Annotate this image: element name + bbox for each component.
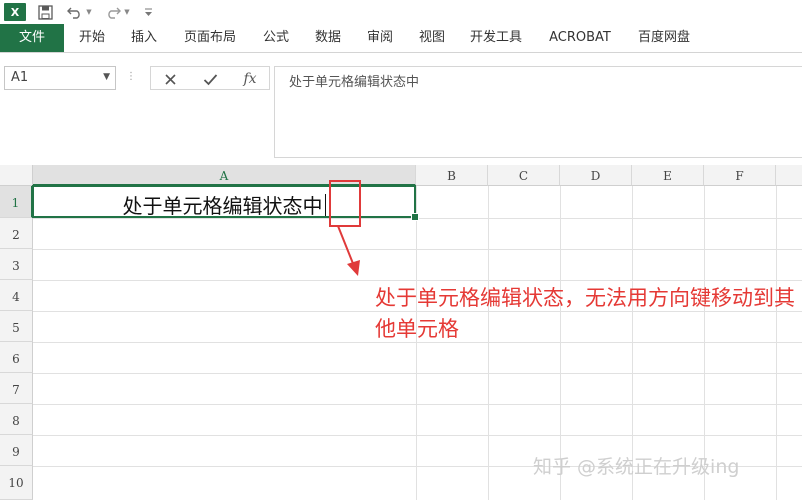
name-box-value: A1: [11, 70, 29, 85]
name-box[interactable]: A1 ▼: [4, 66, 116, 90]
tab-developer[interactable]: 开发工具: [462, 24, 530, 52]
ribbon-tabs: 文件 开始 插入 页面布局 公式 数据 审阅 视图 开发工具 ACROBAT 百…: [0, 24, 802, 53]
column-header-partial: [776, 165, 802, 186]
row-header-4[interactable]: 4: [0, 280, 33, 311]
excel-logo-icon: X: [4, 3, 26, 21]
tab-formulas[interactable]: 公式: [254, 24, 298, 52]
tab-home[interactable]: 开始: [70, 24, 114, 52]
tab-acrobat[interactable]: ACROBAT: [542, 24, 618, 52]
gridline: [33, 249, 802, 250]
cancel-icon[interactable]: [151, 68, 189, 90]
column-header-b[interactable]: B: [416, 165, 488, 186]
formula-bar-area: A1 ▼ ⋮ fx 处于单元格编辑状态中: [0, 53, 802, 165]
insert-function-icon[interactable]: fx: [231, 68, 269, 90]
row-header-3[interactable]: 3: [0, 249, 33, 280]
row-header-5[interactable]: 5: [0, 311, 33, 342]
formula-buttons: fx: [150, 66, 270, 90]
quick-access-toolbar: X ▼ ▼: [0, 0, 802, 24]
save-icon[interactable]: [36, 3, 54, 21]
redo-dropdown-icon[interactable]: ▼: [122, 3, 132, 21]
separator-dots-icon: ⋮: [126, 71, 137, 82]
tab-insert[interactable]: 插入: [122, 24, 166, 52]
undo-dropdown-icon[interactable]: ▼: [84, 3, 94, 21]
tab-view[interactable]: 视图: [410, 24, 454, 52]
gridline: [33, 435, 802, 436]
row-header-2[interactable]: 2: [0, 218, 33, 249]
annotation-note: 处于单元格编辑状态，无法用方向键移动到其他单元格: [375, 286, 795, 341]
column-header-e[interactable]: E: [632, 165, 704, 186]
column-header-d[interactable]: D: [560, 165, 632, 186]
watermark: 知乎 @系统正在升级ing: [533, 456, 740, 478]
annotation-arrow-icon: [337, 225, 360, 276]
tab-file[interactable]: 文件: [0, 24, 64, 52]
gridline: [33, 280, 802, 281]
select-all-corner[interactable]: [0, 165, 33, 186]
highlight-box: [329, 180, 361, 227]
enter-check-icon[interactable]: [191, 68, 229, 90]
formula-input[interactable]: 处于单元格编辑状态中: [274, 66, 802, 158]
text-cursor: [324, 194, 326, 216]
row-header-7[interactable]: 7: [0, 373, 33, 404]
row-header-1[interactable]: 1: [0, 186, 33, 218]
row-header-8[interactable]: 8: [0, 404, 33, 435]
row-header-9[interactable]: 9: [0, 435, 33, 466]
gridline: [33, 404, 802, 405]
gridline: [33, 373, 802, 374]
fill-handle[interactable]: [411, 213, 419, 221]
cell-a1-text: 处于单元格编辑状态中: [122, 194, 323, 218]
column-header-f[interactable]: F: [704, 165, 776, 186]
row-header-6[interactable]: 6: [0, 342, 33, 373]
formula-content: 处于单元格编辑状态中: [289, 75, 420, 90]
tab-review[interactable]: 审阅: [358, 24, 402, 52]
redo-icon[interactable]: [104, 3, 122, 21]
tab-baidu-netdisk[interactable]: 百度网盘: [630, 24, 698, 52]
undo-icon[interactable]: [66, 3, 84, 21]
tab-page-layout[interactable]: 页面布局: [176, 24, 244, 52]
customize-toolbar-icon[interactable]: [142, 3, 154, 21]
column-header-c[interactable]: C: [488, 165, 560, 186]
name-box-dropdown-icon[interactable]: ▼: [103, 72, 110, 82]
row-header-10[interactable]: 10: [0, 466, 33, 500]
tab-data[interactable]: 数据: [306, 24, 350, 52]
